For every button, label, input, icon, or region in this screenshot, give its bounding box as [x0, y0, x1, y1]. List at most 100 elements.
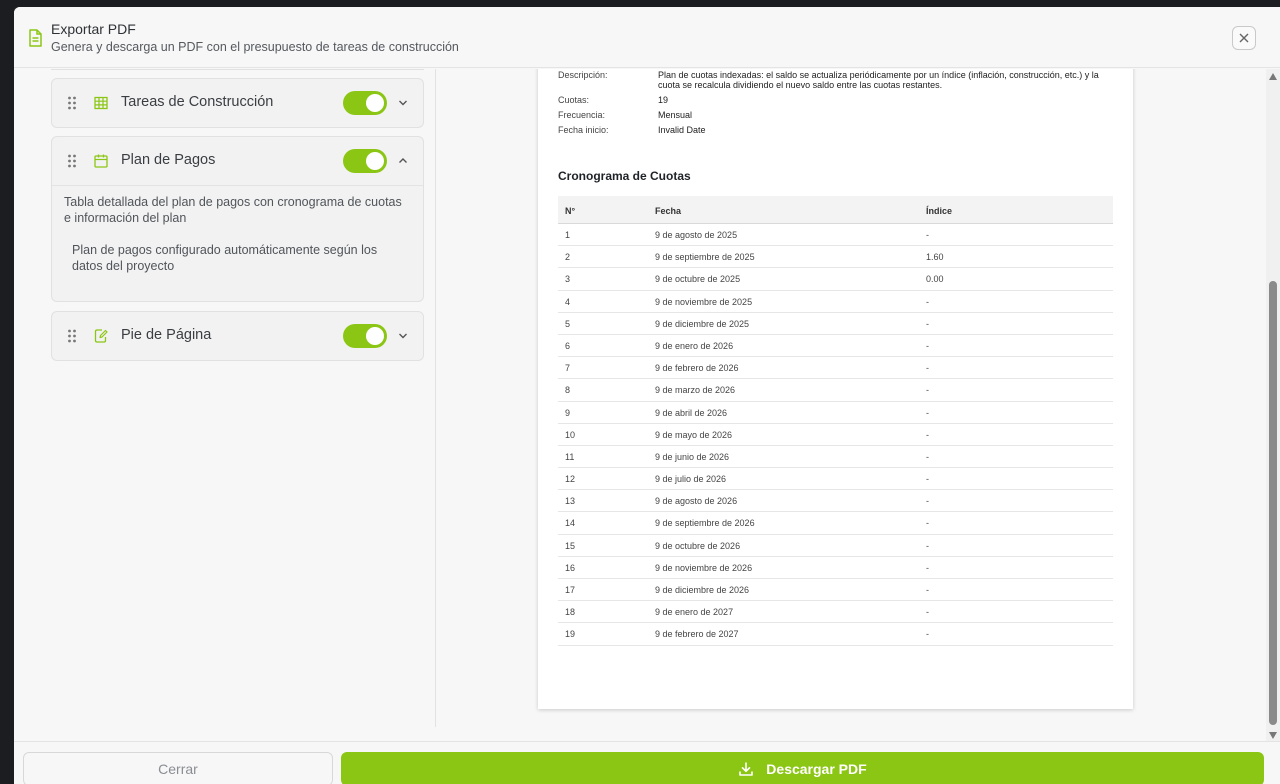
section-toggle[interactable] [343, 91, 387, 115]
cell-index: - [926, 540, 929, 551]
edit-document-icon [94, 329, 108, 343]
column-header: Fecha [655, 206, 682, 216]
cell-index: - [926, 318, 929, 329]
table-row: 10 9 de mayo de 2026 - [558, 424, 1113, 446]
chevron-down-icon[interactable] [398, 98, 408, 108]
info-value: Mensual [658, 110, 693, 120]
cell-index: - [926, 340, 929, 351]
section-header[interactable]: Pie de Página [52, 312, 423, 360]
toggle-knob [366, 152, 384, 170]
descargar-pdf-button[interactable]: Descargar PDF [341, 752, 1264, 784]
cell-number: 1 [565, 230, 571, 240]
info-label: Descripción: [558, 70, 608, 80]
cell-number: 12 [565, 474, 576, 485]
table-row: 3 9 de octubre de 2025 0.00 [558, 268, 1113, 291]
pdf-preview: Descripción: Plan de cuotas indexadas: e… [437, 69, 1266, 727]
cell-number: 11 [565, 451, 575, 462]
backdrop-left [0, 0, 14, 784]
cell-number: 6 [565, 340, 571, 351]
cell-number: 14 [565, 518, 576, 529]
table-row: 12 9 de julio de 2026 - [558, 468, 1113, 491]
cell-index: - [926, 385, 929, 396]
cell-number: 15 [565, 540, 576, 551]
cell-date: 9 de marzo de 2026 [655, 385, 736, 396]
sections-panel: Tareas de Construcción Plan de Pagos Tab… [14, 69, 436, 727]
cell-number: 16 [565, 562, 576, 573]
section-header[interactable]: Plan de Pagos [52, 137, 423, 185]
cell-date: 9 de diciembre de 2025 [655, 318, 750, 329]
cell-number: 8 [565, 385, 571, 396]
table-row: 1 9 de agosto de 2025 - [558, 224, 1113, 247]
cell-index: - [926, 562, 929, 573]
table-row: 15 9 de octubre de 2026 - [558, 535, 1113, 557]
preview-scrollbar[interactable] [1266, 69, 1280, 743]
cell-date: 9 de julio de 2026 [655, 474, 727, 485]
table-row: 16 9 de noviembre de 2026 - [558, 557, 1113, 579]
chevron-down-icon[interactable] [398, 331, 408, 341]
section-title: Plan de Pagos [121, 152, 216, 168]
section-description: Tabla detallada del plan de pagos con cr… [64, 195, 402, 225]
cell-date: 9 de septiembre de 2025 [655, 252, 755, 263]
table-row: 18 9 de enero de 2027 - [558, 601, 1113, 624]
cell-index: - [926, 429, 929, 440]
calendar-icon [94, 154, 108, 168]
toggle-knob [366, 94, 384, 112]
descargar-pdf-label: Descargar PDF [766, 761, 867, 777]
table-row: 19 9 de febrero de 2027 - [558, 623, 1113, 646]
schedule-title: Cronograma de Cuotas [558, 169, 691, 183]
chevron-up-icon[interactable] [398, 156, 408, 166]
cell-date: 9 de enero de 2027 [655, 607, 734, 618]
section-card-edge [51, 69, 424, 70]
table-row: 4 9 de noviembre de 2025 - [558, 291, 1113, 313]
cell-index: - [926, 629, 929, 640]
cell-number: 19 [565, 629, 576, 640]
cell-number: 13 [565, 496, 576, 507]
cell-index: - [926, 296, 929, 307]
toggle-knob [366, 327, 384, 345]
cell-date: 9 de agosto de 2026 [655, 496, 738, 507]
section-title: Tareas de Construcción [121, 94, 274, 110]
cell-number: 4 [565, 296, 571, 307]
drag-handle-icon[interactable] [67, 154, 77, 168]
table-row: 14 9 de septiembre de 2026 - [558, 512, 1113, 535]
cell-number: 2 [565, 252, 571, 263]
cell-index: - [926, 585, 929, 595]
cerrar-button[interactable]: Cerrar [23, 752, 333, 784]
document-icon [29, 29, 42, 47]
cell-index: - [926, 230, 929, 240]
cell-date: 9 de abril de 2026 [655, 407, 728, 418]
column-header: N° [565, 206, 576, 216]
cell-date: 9 de octubre de 2026 [655, 540, 741, 551]
section-card-tareas: Tareas de Construcción [51, 78, 424, 128]
cell-number: 5 [565, 318, 571, 329]
cell-date: 9 de septiembre de 2026 [655, 518, 755, 529]
table-row: 5 9 de diciembre de 2025 - [558, 313, 1113, 335]
cell-date: 9 de noviembre de 2026 [655, 562, 753, 573]
drag-handle-icon[interactable] [67, 329, 77, 343]
cell-number: 17 [565, 585, 576, 595]
modal-title: Exportar PDF [51, 21, 136, 37]
section-toggle[interactable] [343, 324, 387, 348]
cell-number: 7 [565, 363, 571, 374]
scroll-down-icon[interactable] [1269, 732, 1277, 739]
scroll-up-icon[interactable] [1269, 73, 1277, 80]
download-icon [739, 762, 754, 776]
cell-number: 3 [565, 274, 571, 285]
section-header[interactable]: Tareas de Construcción [52, 79, 423, 127]
info-label: Frecuencia: [558, 110, 606, 120]
section-body: Tabla detallada del plan de pagos con cr… [52, 185, 423, 301]
table-row: 9 9 de abril de 2026 - [558, 402, 1113, 424]
section-toggle[interactable] [343, 149, 387, 173]
modal-subtitle: Genera y descarga un PDF con el presupue… [51, 40, 459, 54]
drag-handle-icon[interactable] [67, 96, 77, 110]
scroll-thumb[interactable] [1269, 281, 1277, 725]
table-body: 1 9 de agosto de 2025 - 2 9 de septiembre de… [558, 224, 1113, 646]
close-button[interactable] [1232, 26, 1256, 50]
cell-number: 9 [565, 407, 571, 418]
table-row: 7 9 de febrero de 2026 - [558, 357, 1113, 380]
column-header: Índice [926, 206, 953, 216]
cell-index: - [926, 496, 929, 507]
cell-index: - [926, 607, 929, 618]
cell-date: 9 de mayo de 2026 [655, 429, 733, 440]
section-card-pie-pagina: Pie de Página [51, 311, 424, 361]
